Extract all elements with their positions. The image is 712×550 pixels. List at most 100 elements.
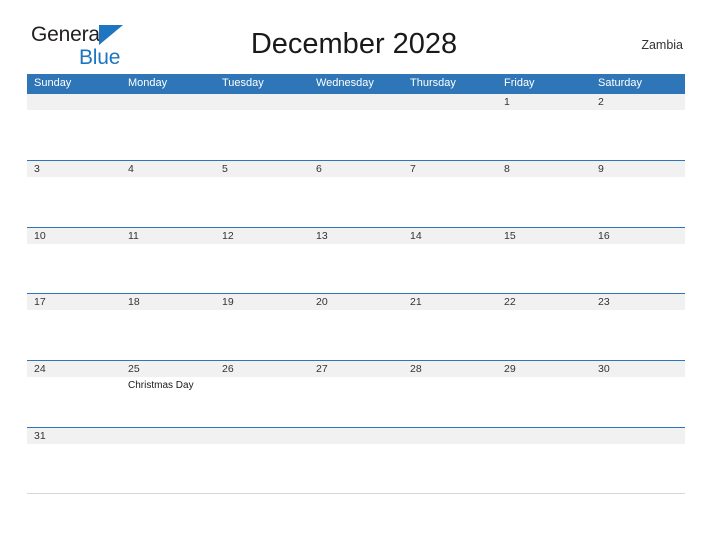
logo-triangle-icon <box>99 25 123 45</box>
weekday-header-wednesday: Wednesday <box>316 77 374 89</box>
day-cell[interactable] <box>309 428 403 493</box>
calendar-grid: Sunday Monday Tuesday Wednesday Thursday… <box>27 74 685 494</box>
day-cell[interactable]: 5 <box>215 161 309 227</box>
day-cell[interactable]: 2 <box>591 94 685 160</box>
calendar-page: General Blue December 2028 Zambia Sunday… <box>0 0 712 550</box>
day-number: 26 <box>222 363 234 376</box>
day-cell[interactable]: 15 <box>497 228 591 294</box>
day-cell[interactable] <box>27 94 121 160</box>
day-number: 22 <box>504 296 516 309</box>
weekday-header-sunday: Sunday <box>34 77 72 89</box>
day-cell[interactable]: 19 <box>215 294 309 360</box>
day-cell[interactable]: 30 <box>591 361 685 427</box>
day-cell[interactable]: 17 <box>27 294 121 360</box>
day-cell[interactable]: 7 <box>403 161 497 227</box>
day-cell[interactable]: 18 <box>121 294 215 360</box>
day-number: 14 <box>410 229 422 242</box>
day-number: 1 <box>504 96 510 108</box>
day-number: 20 <box>316 296 328 309</box>
day-cell[interactable]: 16 <box>591 228 685 294</box>
day-number <box>128 94 211 110</box>
week-row: 17 18 19 20 21 22 23 <box>27 293 685 361</box>
general-blue-logo[interactable]: General Blue <box>31 24 151 70</box>
weekday-header-saturday: Saturday <box>598 77 643 89</box>
week-row: 24 25 Christmas Day 26 27 28 29 30 <box>27 360 685 427</box>
day-cell[interactable] <box>215 94 309 160</box>
day-number: 11 <box>128 229 139 242</box>
week-row: 31 <box>27 426 685 494</box>
page-header: General Blue December 2028 Zambia <box>27 0 685 74</box>
day-number: 12 <box>222 229 234 242</box>
day-number <box>598 428 681 444</box>
day-number: 23 <box>598 296 610 309</box>
weekday-header-monday: Monday <box>128 77 168 89</box>
day-number: 31 <box>34 429 46 442</box>
day-number: 2 <box>598 96 604 108</box>
day-cell[interactable]: 9 <box>591 161 685 227</box>
day-cell[interactable] <box>497 428 591 493</box>
day-cell[interactable]: 6 <box>309 161 403 227</box>
logo-text-blue: Blue <box>79 46 121 69</box>
day-number: 5 <box>222 162 228 175</box>
day-number: 7 <box>410 162 416 175</box>
day-number <box>128 428 211 444</box>
day-cell[interactable] <box>591 428 685 493</box>
day-number: 18 <box>128 296 140 309</box>
logo-top-row: General <box>31 24 151 46</box>
day-cell[interactable]: 10 <box>27 228 121 294</box>
day-cell[interactable]: 12 <box>215 228 309 294</box>
day-cell[interactable] <box>309 94 403 160</box>
day-event-christmas: Christmas Day <box>128 380 194 392</box>
day-number: 25 <box>128 363 140 376</box>
day-cell[interactable]: 4 <box>121 161 215 227</box>
day-cell[interactable]: 14 <box>403 228 497 294</box>
day-cell[interactable] <box>403 94 497 160</box>
week-row: 3 4 5 6 7 8 9 <box>27 159 685 227</box>
day-cell[interactable]: 20 <box>309 294 403 360</box>
day-cell[interactable]: 27 <box>309 361 403 427</box>
day-number <box>34 94 117 110</box>
day-number <box>222 428 305 444</box>
day-number: 27 <box>316 363 328 376</box>
day-cell[interactable]: 24 <box>27 361 121 427</box>
day-cell[interactable]: 29 <box>497 361 591 427</box>
day-number <box>316 428 399 444</box>
day-number <box>410 94 493 110</box>
day-cell-christmas[interactable]: 25 Christmas Day <box>121 361 215 427</box>
weekday-header-thursday: Thursday <box>410 77 456 89</box>
day-cell[interactable]: 8 <box>497 161 591 227</box>
day-number: 16 <box>598 229 610 242</box>
day-cell[interactable] <box>403 428 497 493</box>
day-number: 30 <box>598 363 610 376</box>
day-cell[interactable]: 22 <box>497 294 591 360</box>
day-number: 17 <box>34 296 46 309</box>
day-cell[interactable]: 26 <box>215 361 309 427</box>
day-number: 10 <box>34 229 46 242</box>
day-cell[interactable]: 11 <box>121 228 215 294</box>
day-cell[interactable]: 3 <box>27 161 121 227</box>
day-number <box>316 94 399 110</box>
day-cell[interactable] <box>121 428 215 493</box>
day-cell[interactable]: 31 <box>27 428 121 493</box>
day-number: 9 <box>598 162 604 175</box>
day-number: 24 <box>34 363 46 376</box>
country-label: Zambia <box>641 38 683 52</box>
day-cell[interactable]: 23 <box>591 294 685 360</box>
weekday-header-row: Sunday Monday Tuesday Wednesday Thursday… <box>27 74 685 93</box>
day-number: 21 <box>410 296 422 309</box>
day-number: 8 <box>504 162 510 175</box>
weekday-header-friday: Friday <box>504 77 535 89</box>
day-number: 29 <box>504 363 516 376</box>
day-cell[interactable] <box>121 94 215 160</box>
day-cell[interactable]: 21 <box>403 294 497 360</box>
day-cell[interactable] <box>215 428 309 493</box>
day-number: 28 <box>410 363 422 376</box>
day-cell[interactable]: 1 <box>497 94 591 160</box>
day-number: 4 <box>128 162 134 175</box>
logo-text-general: General <box>31 23 105 46</box>
day-number: 3 <box>34 162 40 175</box>
day-cell[interactable]: 13 <box>309 228 403 294</box>
day-number: 15 <box>504 229 516 242</box>
day-number: 6 <box>316 162 322 175</box>
day-cell[interactable]: 28 <box>403 361 497 427</box>
